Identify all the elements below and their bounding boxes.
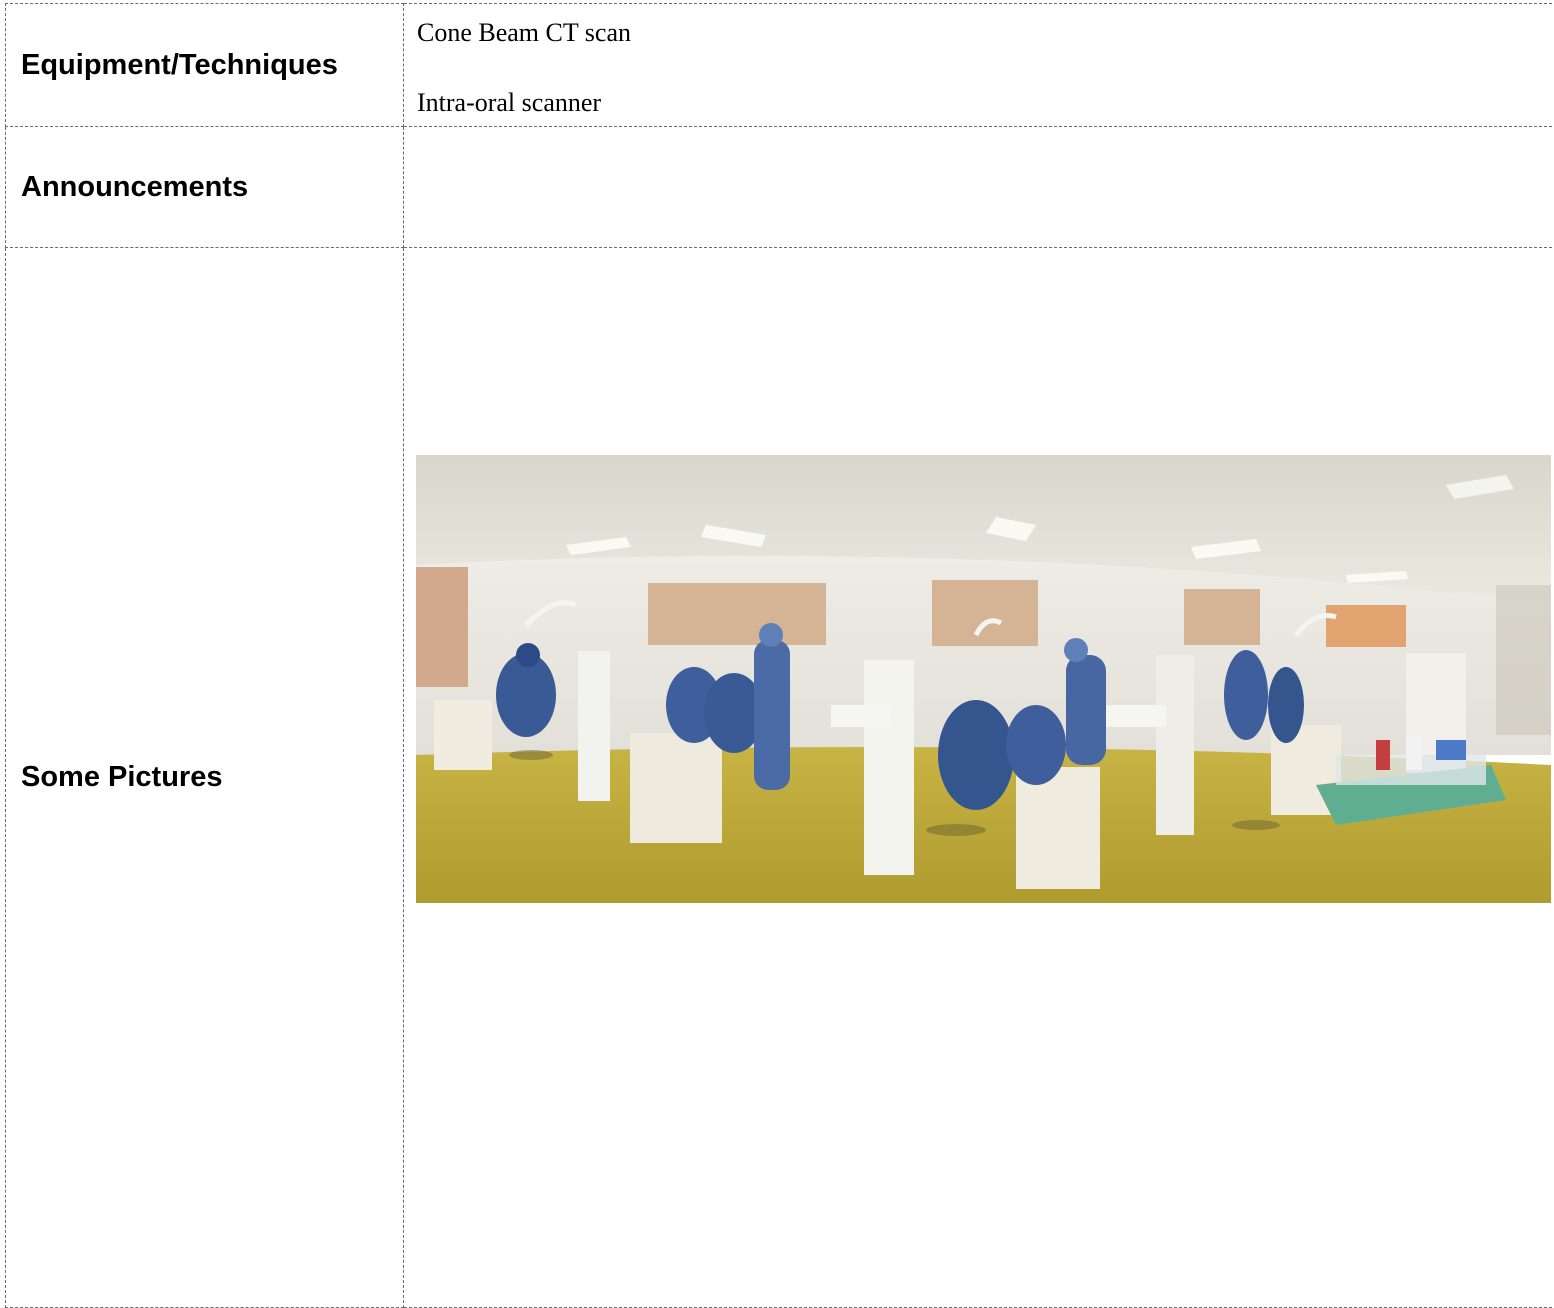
equipment-item: Cone Beam CT scan [417,18,1554,48]
pictures-label: Some Pictures [6,248,404,1308]
announcements-content [404,127,1554,248]
pictures-content [404,248,1554,1308]
table-row-equipment: Equipment/Techniques Cone Beam CT scan I… [6,4,1554,127]
equipment-label: Equipment/Techniques [6,4,404,127]
table-row-pictures: Some Pictures [6,248,1554,1308]
clinic-panorama-photo [416,455,1551,903]
table-row-announcements: Announcements [6,127,1554,248]
info-table: Equipment/Techniques Cone Beam CT scan I… [5,3,1554,1308]
announcements-label: Announcements [6,127,404,248]
equipment-content: Cone Beam CT scan Intra-oral scanner [404,4,1554,127]
equipment-item: Intra-oral scanner [417,88,1554,118]
